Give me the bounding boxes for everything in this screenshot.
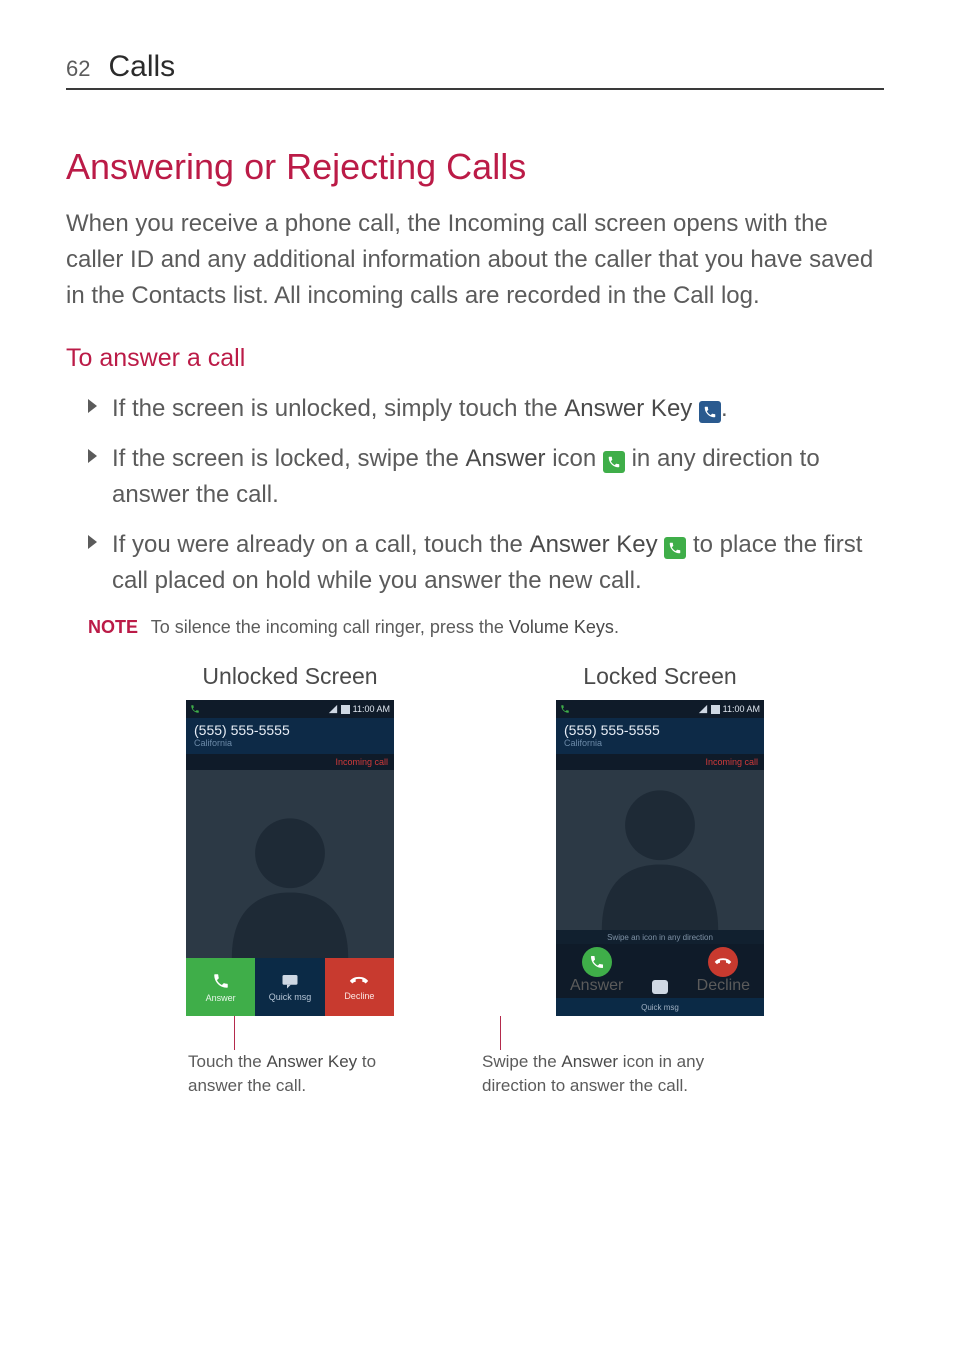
incoming-call-label: Incoming call [335,757,388,767]
section-title: Calls [108,50,175,84]
answer-label: Answer [466,445,546,472]
answer-key-icon [699,401,721,423]
quick-msg-band: Quick msg [556,998,764,1016]
decline-button[interactable]: Decline [325,958,394,1016]
bullet-text: If the screen is unlocked, simply touch … [112,395,564,422]
callout-bold: Answer Key [266,1052,357,1071]
unlocked-screen-title: Unlocked Screen [202,663,377,690]
avatar-silhouette-icon [215,798,365,958]
message-icon [652,980,668,994]
volume-keys-label: Volume Keys [509,617,614,637]
incoming-call-band: Incoming call [186,754,394,770]
battery-icon [711,705,720,714]
intro-paragraph: When you receive a phone call, the Incom… [66,206,884,314]
swipe-hint: Swipe an icon in any direction [556,930,764,944]
phone-answer-icon [589,954,605,970]
decline-swipe-button[interactable] [708,947,738,977]
caller-number: (555) 555-5555 [194,722,386,738]
decline-swipe-label: Decline [697,977,750,995]
answer-key-label: Answer Key [564,395,692,422]
callout-pointer [500,1016,501,1050]
battery-icon [341,705,350,714]
caller-info: (555) 555-5555 California [556,718,764,754]
incoming-call-label: Incoming call [705,757,758,767]
phone-status-icon [190,704,200,714]
bullet-arrow-icon [88,449,97,463]
phone-status-icon [560,704,570,714]
note-label: NOTE [88,617,138,637]
quick-msg-label: Quick msg [269,992,312,1002]
note: NOTE To silence the incoming call ringer… [66,613,884,641]
phone-decline-icon [714,956,732,968]
caller-number: (555) 555-5555 [564,722,756,738]
note-text: . [614,617,619,637]
signal-icon [328,704,338,714]
bullet-text: . [721,395,728,422]
bullet-text: If you were already on a call, touch the [112,531,530,558]
bullet-arrow-icon [88,535,97,549]
callout-text: Swipe the [482,1052,561,1071]
phone-decline-icon [349,974,369,988]
bullet-on-call: If you were already on a call, touch the… [66,527,884,599]
caller-info: (555) 555-5555 California [186,718,394,754]
caller-location: California [564,738,756,748]
status-time: 11:00 AM [353,704,390,714]
page-title: Answering or Rejecting Calls [66,146,884,188]
bullet-arrow-icon [88,399,97,413]
bullet-text: If the screen is locked, swipe the [112,445,466,472]
locked-screen-column: Locked Screen 11:00 AM (555) 555-5555 Ca… [530,663,790,1098]
bullet-text [658,531,665,558]
callout-bold: Answer [561,1052,618,1071]
answer-button-label: Answer [206,993,236,1003]
subheading-to-answer: To answer a call [66,344,884,373]
quick-msg-button[interactable]: Quick msg [255,958,324,1016]
bullet-text: icon [546,445,603,472]
callout-text: Touch the [188,1052,266,1071]
answer-circle-icon [603,451,625,473]
locked-buttons-row: Answer Decline [556,944,764,998]
answer-swipe-button[interactable] [582,947,612,977]
page-number: 62 [66,56,90,82]
incoming-call-band: Incoming call [556,754,764,770]
swipe-hint-label: Swipe an icon in any direction [607,933,713,942]
note-text: To silence the incoming call ringer, pre… [146,617,509,637]
caller-avatar [556,770,764,930]
status-bar: 11:00 AM [186,700,394,718]
status-bar: 11:00 AM [556,700,764,718]
locked-phone-screenshot: 11:00 AM (555) 555-5555 California Incom… [556,700,764,1016]
bullet-unlocked: If the screen is unlocked, simply touch … [66,391,884,427]
unlocked-callout: Touch the Answer Key to answer the call. [188,1050,398,1098]
phone-answer-icon [212,972,230,990]
quick-msg-band-label: Quick msg [641,1003,679,1012]
callout-pointer [234,1016,235,1050]
caller-location: California [194,738,386,748]
unlocked-phone-screenshot: 11:00 AM (555) 555-5555 California Incom… [186,700,394,1016]
unlocked-screen-column: Unlocked Screen 11:00 AM (555) 555-5555 … [160,663,420,1098]
answer-button[interactable]: Answer [186,958,255,1016]
page-header: 62 Calls [66,50,884,90]
answer-key-label: Answer Key [530,531,658,558]
answer-swipe-label: Answer [570,977,623,995]
locked-callout: Swipe the Answer icon in any direction t… [482,1050,722,1098]
signal-icon [698,704,708,714]
message-icon [281,973,299,989]
decline-button-label: Decline [344,991,374,1001]
caller-avatar [186,770,394,958]
quick-msg-swipe-button[interactable] [652,980,668,994]
bullet-locked: If the screen is locked, swipe the Answe… [66,441,884,513]
answer-key-green-icon [664,537,686,559]
bullet-text [692,395,699,422]
status-time: 11:00 AM [723,704,760,714]
avatar-silhouette-icon [585,770,735,930]
locked-screen-title: Locked Screen [583,663,736,690]
